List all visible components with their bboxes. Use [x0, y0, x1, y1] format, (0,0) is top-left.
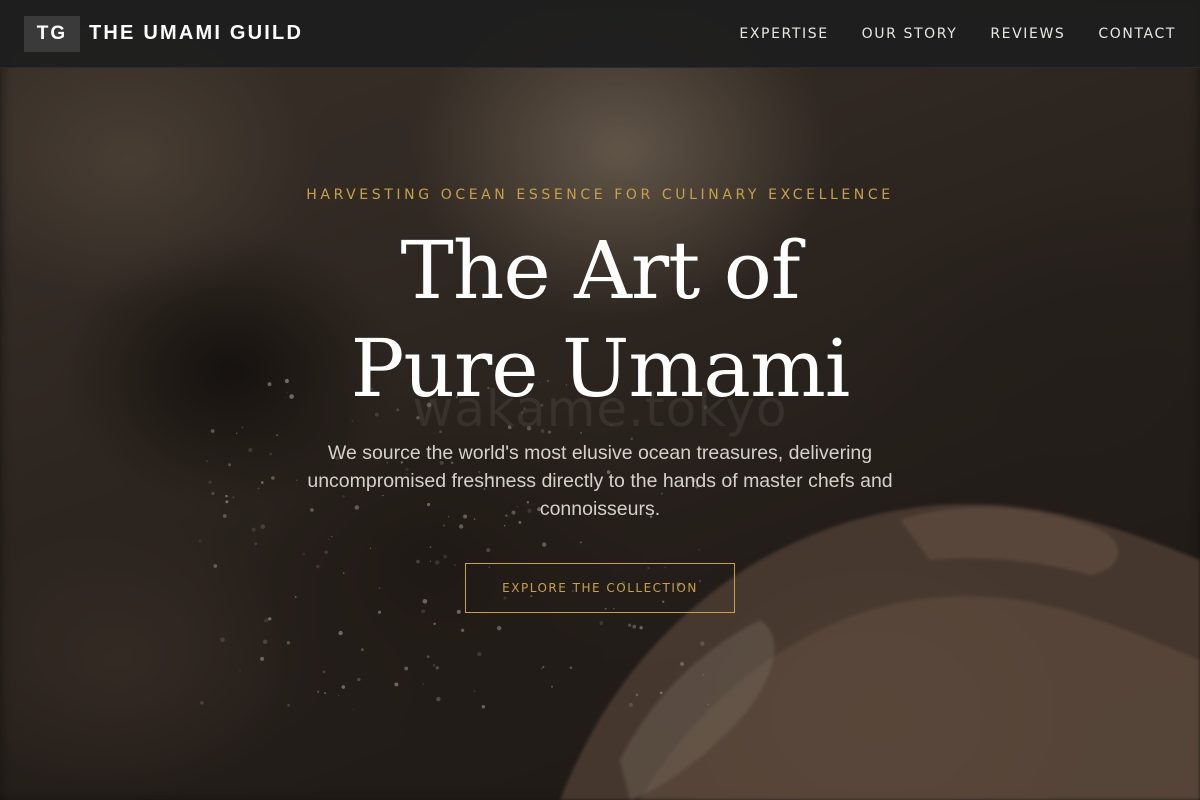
explore-collection-button[interactable]: EXPLORE THE COLLECTION — [465, 563, 735, 613]
landing-page: TG THE UMAMI GUILD EXPERTISE OUR STORY R… — [0, 0, 1200, 800]
hero-headline-line-1: The Art of — [400, 224, 800, 317]
hero-subtitle: We source the world's most elusive ocean… — [307, 442, 893, 520]
watermark: wakame.tokyo — [412, 380, 788, 438]
hero-eyebrow: HARVESTING OCEAN ESSENCE FOR CULINARY EX… — [306, 187, 894, 203]
hero-section: HARVESTING OCEAN ESSENCE FOR CULINARY EX… — [0, 0, 1200, 800]
